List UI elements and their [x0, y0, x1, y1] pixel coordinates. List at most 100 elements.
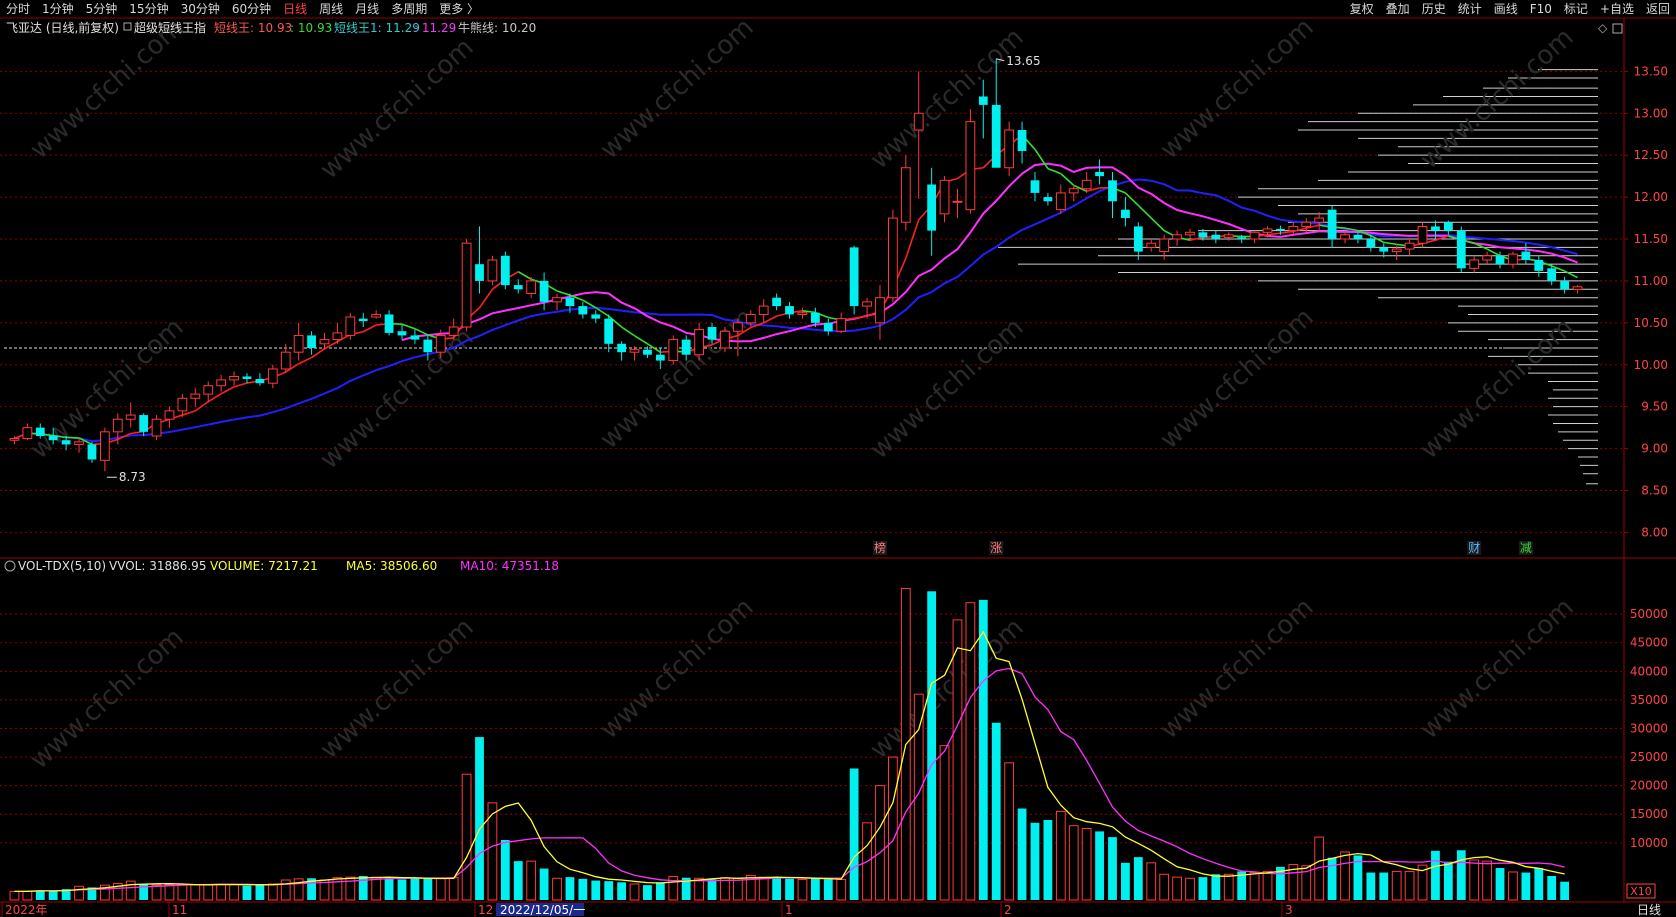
event-marker-2: 财: [1468, 541, 1480, 555]
ma-short-segment: [802, 309, 816, 314]
candle-body: [927, 184, 937, 231]
vvol-value: VVOL: 31886.95: [109, 559, 206, 573]
candle-body: [1211, 234, 1221, 240]
candle-body: [1404, 242, 1415, 250]
candle-body: [61, 440, 71, 445]
volume-bar: [1560, 881, 1570, 900]
volume-bar: [939, 745, 950, 901]
candle-body: [48, 436, 58, 441]
vol-unit-label: X10: [1630, 885, 1652, 898]
ma-short-segment: [182, 410, 196, 416]
ma-short-segment: [853, 315, 868, 320]
candle-body: [758, 305, 769, 315]
candle-body: [887, 217, 898, 299]
volume-bar: [203, 884, 214, 901]
date-tick-label: 3: [1285, 903, 1293, 917]
volume-bar: [1431, 850, 1440, 900]
indicator-value-2: 短线王1: 11.29: [334, 21, 420, 35]
candle-body: [125, 414, 136, 420]
watermark: www.cfchi.com: [595, 12, 760, 165]
volume-bar: [629, 883, 640, 901]
vol-toggle-icon: [4, 560, 16, 572]
candle-body: [1340, 234, 1350, 240]
volume-bar: [1391, 870, 1402, 901]
price-tick-label: 13.00: [1634, 106, 1668, 120]
vol-ma5-value: MA5: 38506.60: [346, 559, 437, 573]
ma-short-segment: [517, 271, 532, 280]
volume-bar: [1211, 874, 1221, 900]
ma-short-segment: [207, 393, 222, 403]
candle-body: [397, 331, 407, 336]
indicator-value-1: : 10.93: [290, 21, 332, 35]
candle-body: [1366, 239, 1376, 248]
candle-body: [1353, 234, 1363, 240]
volume-bar: [242, 885, 252, 900]
candle-body: [1004, 129, 1015, 169]
watermark: www.cfchi.com: [865, 312, 1030, 465]
volume-bar: [151, 884, 162, 901]
volume-bar: [617, 882, 626, 900]
candle-body: [1495, 255, 1505, 265]
candle-body: [423, 339, 433, 353]
candle-body: [1301, 221, 1312, 227]
vol-ma10-value: MA10: 47351.18: [460, 559, 559, 573]
vol-tick-label: 30000: [1630, 721, 1668, 735]
candle-body: [190, 393, 201, 399]
stock-name: 飞亚达 (日线,前复权): [6, 20, 119, 35]
candle-body: [1159, 238, 1170, 253]
candle-body: [707, 327, 717, 340]
candle-body: [410, 335, 420, 340]
candle-body: [319, 339, 330, 345]
date-tick-label: 2022年: [5, 903, 48, 917]
watermark: www.cfchi.com: [1155, 12, 1320, 165]
volume-bar: [810, 878, 820, 900]
volume-bar: [1521, 872, 1531, 900]
candle-body: [74, 441, 84, 445]
watermark: www.cfchi.com: [25, 12, 190, 165]
volume-bar: [397, 879, 407, 900]
volume-bar: [772, 877, 782, 900]
candle-body: [384, 314, 394, 333]
candle-body: [681, 339, 691, 355]
low-price-label: 8.73: [119, 470, 146, 484]
candle-body: [1223, 234, 1234, 238]
candle-body: [371, 313, 382, 318]
candle-body: [1121, 209, 1130, 219]
volume-bar: [1081, 828, 1092, 901]
volume-bar: [1495, 867, 1505, 900]
stock-chart[interactable]: 13.50 13.00 12.50 12.00 11.50 11.00 10.50 10.00…: [0, 0, 1676, 917]
volume-value: VOLUME: 7217.21: [210, 559, 318, 573]
candle-body: [1095, 171, 1104, 177]
candle-body: [617, 343, 626, 353]
indicator-toggle-icon: [123, 22, 132, 31]
volume-bar: [1443, 861, 1453, 900]
candle-body: [604, 318, 614, 344]
candle-body: [1417, 225, 1428, 244]
candle-body: [1198, 232, 1208, 238]
volume-bar: [1534, 867, 1544, 900]
ma-short-segment: [1047, 167, 1062, 175]
volume-bar: [177, 884, 188, 901]
indicator-value-4: 牛熊线: 10.20: [458, 20, 536, 35]
candle-body: [1108, 180, 1117, 202]
candle-body: [965, 121, 976, 211]
volume-bar: [1508, 871, 1518, 901]
candle-body: [1534, 259, 1544, 271]
volume-bar: [1185, 877, 1195, 901]
watermark: www.cfchi.com: [595, 592, 760, 745]
price-tick-label: 10.00: [1634, 358, 1668, 372]
ma-short-segment: [1060, 173, 1075, 186]
volume-bar: [836, 878, 847, 901]
candle-body: [345, 316, 356, 336]
candle-body: [99, 431, 110, 461]
volume-bar: [539, 868, 549, 900]
watermark: www.cfchi.com: [315, 32, 480, 185]
candle-body: [978, 96, 988, 105]
event-marker-1: 涨: [990, 540, 1002, 555]
candle-body: [1081, 179, 1092, 190]
volume-bar: [1404, 870, 1415, 901]
high-price-label: 13.65: [1006, 54, 1040, 68]
ma-short-segment: [1280, 230, 1294, 234]
candle-body: [1249, 231, 1260, 240]
ma-long-blue: [14, 178, 1578, 443]
